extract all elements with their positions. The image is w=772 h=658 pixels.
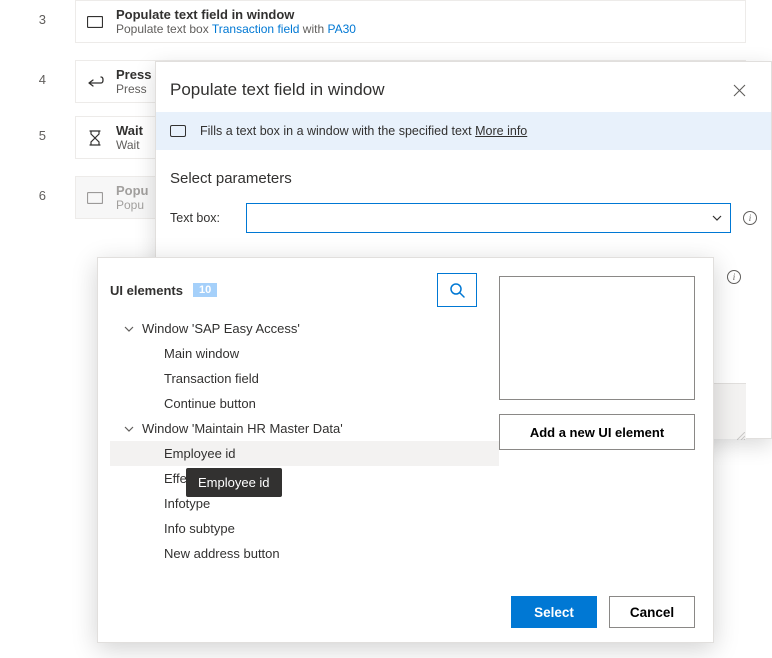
step-title: Press	[116, 67, 151, 82]
ui-element-tree: Window 'SAP Easy Access' Main window Tra…	[110, 316, 499, 566]
chevron-down-icon	[124, 424, 134, 434]
step-subtitle: Populate text box Transaction field with…	[116, 22, 356, 36]
dialog-header: Populate text field in window	[156, 62, 771, 112]
tree-item[interactable]: Transaction field	[110, 366, 499, 391]
info-icon[interactable]: i	[727, 270, 741, 284]
add-ui-element-button[interactable]: Add a new UI element	[499, 414, 695, 450]
tree-item[interactable]: Infotype	[110, 491, 499, 516]
step-subtitle: Press	[116, 82, 151, 96]
step-title: Popu	[116, 183, 149, 198]
step-number-5: 5	[30, 128, 46, 143]
enterkey-icon	[86, 73, 104, 91]
step-number-6: 6	[30, 188, 46, 203]
tree-item[interactable]: New address button	[110, 541, 499, 566]
param-label: Text box:	[170, 211, 234, 225]
resize-grip-icon	[737, 432, 745, 440]
tree-item[interactable]: Effecti	[110, 466, 499, 491]
search-button[interactable]	[437, 273, 477, 307]
step-subtitle: Wait	[116, 138, 143, 152]
picker-heading: UI elements	[110, 283, 183, 298]
tree-group-maintain-hr[interactable]: Window 'Maintain HR Master Data'	[110, 416, 499, 441]
preview-pane	[499, 276, 695, 400]
step-title: Wait	[116, 123, 143, 138]
more-info-link[interactable]: More info	[475, 124, 527, 138]
picker-header: UI elements 10	[110, 270, 499, 310]
select-button[interactable]: Select	[511, 596, 597, 628]
textbox-icon	[86, 13, 104, 31]
tree-item[interactable]: Main window	[110, 341, 499, 366]
picker-footer: Select Cancel	[493, 582, 713, 642]
step-subtitle: Popu	[116, 198, 149, 212]
param-row-textbox: Text box: i	[156, 199, 771, 237]
textbox-icon	[170, 125, 186, 137]
chevron-down-icon	[124, 324, 134, 334]
cancel-button[interactable]: Cancel	[609, 596, 695, 628]
step-card-3[interactable]: Populate text field in window Populate t…	[75, 0, 746, 43]
info-text: Fills a text box in a window with the sp…	[200, 124, 527, 138]
count-badge: 10	[193, 283, 217, 297]
tree-item-employee-id[interactable]: Employee id	[110, 441, 499, 466]
close-icon[interactable]	[729, 80, 749, 100]
ui-elements-picker: UI elements 10 Window 'SAP Easy Access' …	[97, 257, 714, 643]
hourglass-icon	[86, 129, 104, 147]
section-title: Select parameters	[156, 150, 771, 199]
info-icon[interactable]: i	[743, 211, 757, 225]
step-number-3: 3	[30, 12, 46, 27]
dialog-info-banner: Fills a text box in a window with the sp…	[156, 112, 771, 150]
tree-group-sap-easy-access[interactable]: Window 'SAP Easy Access'	[110, 316, 499, 341]
step-number-4: 4	[30, 72, 46, 87]
chevron-down-icon	[712, 215, 722, 221]
textbox-icon	[86, 189, 104, 207]
search-icon	[449, 282, 466, 299]
tree-item[interactable]: Info subtype	[110, 516, 499, 541]
dialog-title: Populate text field in window	[170, 80, 385, 100]
textbox-dropdown[interactable]	[246, 203, 731, 233]
step-title: Populate text field in window	[116, 7, 356, 22]
tree-item[interactable]: Continue button	[110, 391, 499, 416]
